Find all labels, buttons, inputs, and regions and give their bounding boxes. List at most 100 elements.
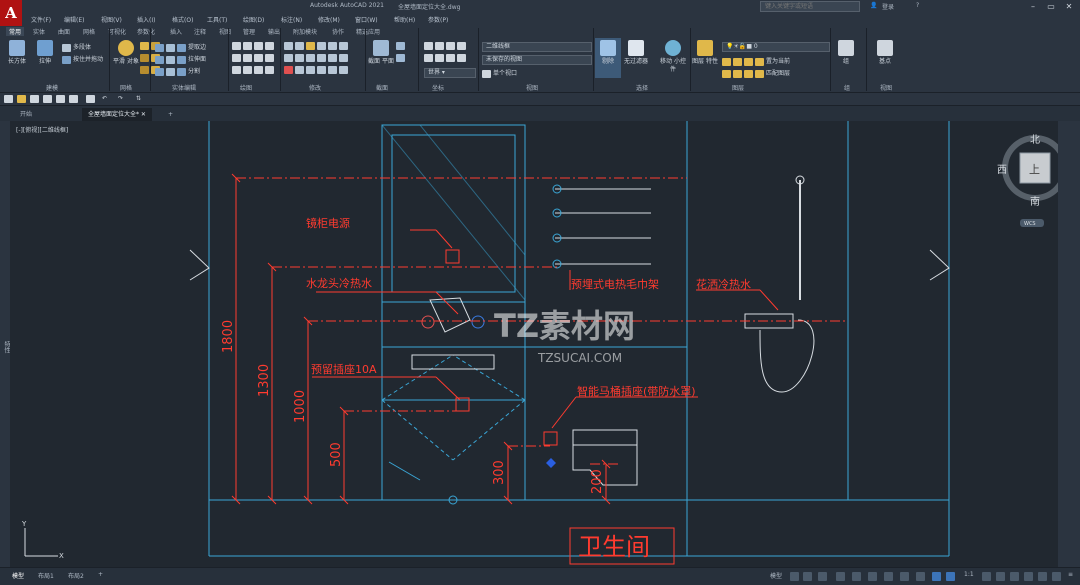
group-button[interactable]: 组 <box>833 38 859 78</box>
grid-icon[interactable] <box>790 572 799 581</box>
osnap-icon[interactable] <box>884 572 893 581</box>
cad-drawing[interactable]: 镜柜电源 水龙头冷热水 预埋式电热毛巾架 花洒冷热水 预留插座10A 智能马桶插… <box>10 121 1058 567</box>
base-point-button[interactable]: 基点 <box>872 38 898 78</box>
menu-item[interactable]: 视图(V) <box>101 15 122 24</box>
isodraft-icon[interactable] <box>852 572 861 581</box>
ortho-icon[interactable] <box>818 572 827 581</box>
ribbon-tab[interactable]: 精选应用 <box>356 27 380 36</box>
redo-icon[interactable]: ↷ <box>118 95 123 102</box>
workspace-gear-icon[interactable] <box>982 572 991 581</box>
minimize-icon[interactable]: – <box>1024 0 1042 13</box>
close-icon[interactable]: ✕ <box>1060 0 1078 13</box>
smooth-button[interactable]: 平滑 对象 <box>113 38 139 78</box>
help-icon[interactable]: ? <box>916 2 919 9</box>
menu-item[interactable]: 插入(I) <box>137 15 155 24</box>
viewport-label[interactable]: [-][俯视][二维线框] <box>16 125 68 134</box>
ribbon-tab[interactable]: 视图 <box>219 27 231 36</box>
lineweight-icon[interactable] <box>900 572 909 581</box>
drawing-area[interactable]: 镜柜电源 水龙头冷热水 预埋式电热毛巾架 花洒冷热水 预留插座10A 智能马桶插… <box>10 121 1058 567</box>
ucs-tools-row1[interactable] <box>424 42 468 50</box>
menu-item[interactable]: 文件(F) <box>31 15 51 24</box>
draw-tools-row2[interactable] <box>232 54 276 62</box>
web-open-icon[interactable] <box>56 95 67 103</box>
login-link[interactable]: 登录 <box>882 2 894 11</box>
hardware-acceleration-icon[interactable] <box>1038 572 1047 581</box>
modify-tools-row1[interactable] <box>284 42 350 50</box>
save-icon[interactable] <box>30 95 41 103</box>
ribbon-tab[interactable]: 曲面 <box>58 27 70 36</box>
panel-label[interactable]: 组 <box>844 83 850 92</box>
draw-tools-row1[interactable] <box>232 42 276 50</box>
layout-tab-layout2[interactable]: 布局2 <box>68 571 84 580</box>
add-layout-button[interactable]: + <box>98 571 103 578</box>
panel-label[interactable]: 实体编辑 <box>172 83 196 92</box>
ribbon-tab[interactable]: 可视化 <box>108 27 126 36</box>
ribbon-tab[interactable]: 协作 <box>332 27 344 36</box>
clean-screen-icon[interactable] <box>1052 572 1061 581</box>
no-filter-button[interactable]: 无过滤器 <box>620 38 652 78</box>
ribbon-tab[interactable]: 输出 <box>268 27 280 36</box>
document-tab[interactable]: 全屋墙面定位大全* ✕ <box>82 108 152 121</box>
ribbon-tab[interactable]: 参数化 <box>137 27 155 36</box>
layer-tools-row2[interactable]: 匹配图层 <box>722 68 790 78</box>
menu-item[interactable]: 格式(O) <box>172 15 193 24</box>
snap-icon[interactable] <box>803 572 812 581</box>
annotation-monitor-icon[interactable] <box>996 572 1005 581</box>
modify-tools-row2[interactable] <box>284 54 350 62</box>
ribbon-tab[interactable]: 管理 <box>243 27 255 36</box>
auto-scale-icon[interactable] <box>946 572 955 581</box>
solid-edit-row1[interactable]: 提取边 <box>155 42 206 52</box>
extrude-button[interactable]: 拉伸 <box>32 38 58 78</box>
menu-item[interactable]: 参数(P) <box>428 15 448 24</box>
maximize-icon[interactable]: ▭ <box>1042 0 1060 13</box>
ribbon-tab[interactable]: 注释 <box>194 27 206 36</box>
start-tab[interactable]: 开始 <box>14 108 38 121</box>
polysolid-button[interactable]: 多段体 <box>62 42 91 52</box>
section-tools-2[interactable] <box>396 54 407 62</box>
left-palette-strip[interactable]: 特性 <box>0 121 10 567</box>
model-space-label[interactable]: 模型 <box>770 571 782 580</box>
new-file-icon[interactable] <box>4 95 15 103</box>
panel-label[interactable]: 坐标 <box>432 83 444 92</box>
autocad-logo-icon[interactable]: A <box>0 0 22 26</box>
layer-properties-button[interactable]: 图层 特性 <box>692 38 718 78</box>
layer-dropdown[interactable]: 💡☀🔓■ 0 <box>722 42 830 52</box>
solid-edit-row2[interactable]: 拉伸面 <box>155 54 206 64</box>
draw-tools-row3[interactable] <box>232 66 276 74</box>
undo-icon[interactable]: ↶ <box>102 95 107 102</box>
layout-tab-layout1[interactable]: 布局1 <box>38 571 54 580</box>
panel-label[interactable]: 修改 <box>309 83 321 92</box>
menu-item[interactable]: 标注(N) <box>281 15 302 24</box>
modify-tools-row3[interactable] <box>284 66 350 74</box>
transparency-icon[interactable] <box>916 572 925 581</box>
presspull-button[interactable]: 按住并拖动 <box>62 54 103 64</box>
menu-item[interactable]: 帮助(H) <box>394 15 415 24</box>
ribbon-tab[interactable]: 网格 <box>83 27 95 36</box>
isolate-objects-icon[interactable] <box>1024 572 1033 581</box>
panel-label[interactable]: 图层 <box>732 83 744 92</box>
annotation-scale[interactable]: 1:1 <box>964 571 974 578</box>
right-navigation-strip[interactable] <box>1058 121 1080 567</box>
view-dropdown[interactable]: 未保存的视图 <box>482 55 592 65</box>
new-tab-button[interactable]: + <box>162 108 179 121</box>
web-save-icon[interactable] <box>69 95 80 103</box>
box-button[interactable]: 长方体 <box>4 38 30 78</box>
save-as-icon[interactable] <box>43 95 54 103</box>
menu-item[interactable]: 窗口(W) <box>355 15 378 24</box>
panel-label[interactable]: 网格 <box>120 83 132 92</box>
units-icon[interactable] <box>1010 572 1019 581</box>
qat-more-icon[interactable]: ⇅ <box>136 95 141 102</box>
layout-tab-model[interactable]: 模型 <box>12 571 24 580</box>
ribbon-tab[interactable]: 插入 <box>170 27 182 36</box>
solid-edit-row3[interactable]: 分割 <box>155 66 200 76</box>
polar-icon[interactable] <box>836 572 845 581</box>
viewcube-top[interactable]: 上 <box>1029 163 1040 176</box>
visual-style-dropdown[interactable]: 二维线框 <box>482 42 592 52</box>
panel-label[interactable]: 绘图 <box>240 83 252 92</box>
section-plane-button[interactable]: 截面 平面 <box>368 38 394 78</box>
ribbon-tab[interactable]: 附加模块 <box>293 27 317 36</box>
panel-label[interactable]: 建模 <box>46 83 58 92</box>
single-viewport-button[interactable]: 单个视口 <box>482 68 517 78</box>
menu-item[interactable]: 修改(M) <box>318 15 340 24</box>
plot-icon[interactable] <box>86 95 97 103</box>
